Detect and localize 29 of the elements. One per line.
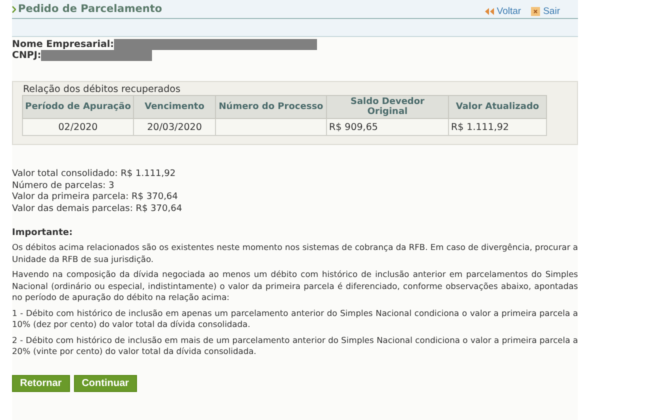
summary-line: Número de parcelas: 3: [12, 180, 116, 192]
cnpj-label: CNPJ:: [12, 50, 42, 60]
rewind-icon: [484, 8, 494, 14]
column-header: Período de Apuração: [22, 96, 134, 118]
column-header: Vencimento: [134, 96, 216, 118]
table-cell: R$ 909,65: [326, 118, 448, 136]
notice-paragraph: 1 - Débito com histórico de inclusão em apenas um parcelamento anterior do Simples Nacional condiciona o valor a primeira parcela a 10% (dez por cento) do valor total da dívida consolidada.: [12, 308, 578, 330]
exit-link[interactable]: Sair: [531, 6, 560, 16]
table-cell: R$ 1.111,92: [448, 118, 546, 136]
table-cell: 02/2020: [22, 118, 134, 136]
notice-paragraph: Os débitos acima relacionados são os existentes neste momento nos sistemas de cobrança da RFB. Em caso de divergência, procurar a Unidade da RFB de sua jurisdição.: [12, 242, 578, 265]
notice-paragraph: 2 - Débito com histórico de inclusão em mais de um parcelamento anterior do Simples Nacional condiciona o valor a primeira parcela a 20% (vinte por cento) do valor total da dívida consolidada.: [12, 334, 578, 358]
page-title: Pedido de Parcelamento: [18, 3, 162, 15]
column-header: Número do Processo: [216, 96, 326, 118]
continue-button[interactable]: Continuar: [74, 374, 137, 392]
table-caption: Relação dos débitos recuperados: [23, 84, 180, 95]
table-cell: 20/03/2020: [134, 118, 216, 136]
column-header: Saldo Devedor Original: [326, 96, 448, 118]
notice-paragraph: Havendo na composição da dívida negociada ao menos um débito com histórico de inclusão anterior em parcelamentos do Simples Nacional (ordinário ou especial, indistintamente) o valor da primeira parcela é diferenciado, conforme observações abaixo, apontadas no período de apuração do débito na relação acima:: [12, 269, 578, 304]
back-link[interactable]: Voltar: [484, 6, 522, 16]
return-button[interactable]: Retornar: [12, 374, 70, 392]
summary-line: Valor total consolidado: R$ 1.111,92: [12, 169, 177, 180]
chevron-icon: [12, 6, 16, 12]
summary-line: Valor das demais parcelas: R$ 370,64: [12, 204, 184, 215]
notice-heading: Importante:: [12, 228, 74, 238]
company-name-label: Nome Empresarial:: [12, 40, 114, 50]
summary-line: Valor da primeira parcela: R$ 370,64: [12, 192, 179, 204]
column-header: Valor Atualizado: [448, 96, 546, 118]
exit-icon: [531, 6, 540, 16]
